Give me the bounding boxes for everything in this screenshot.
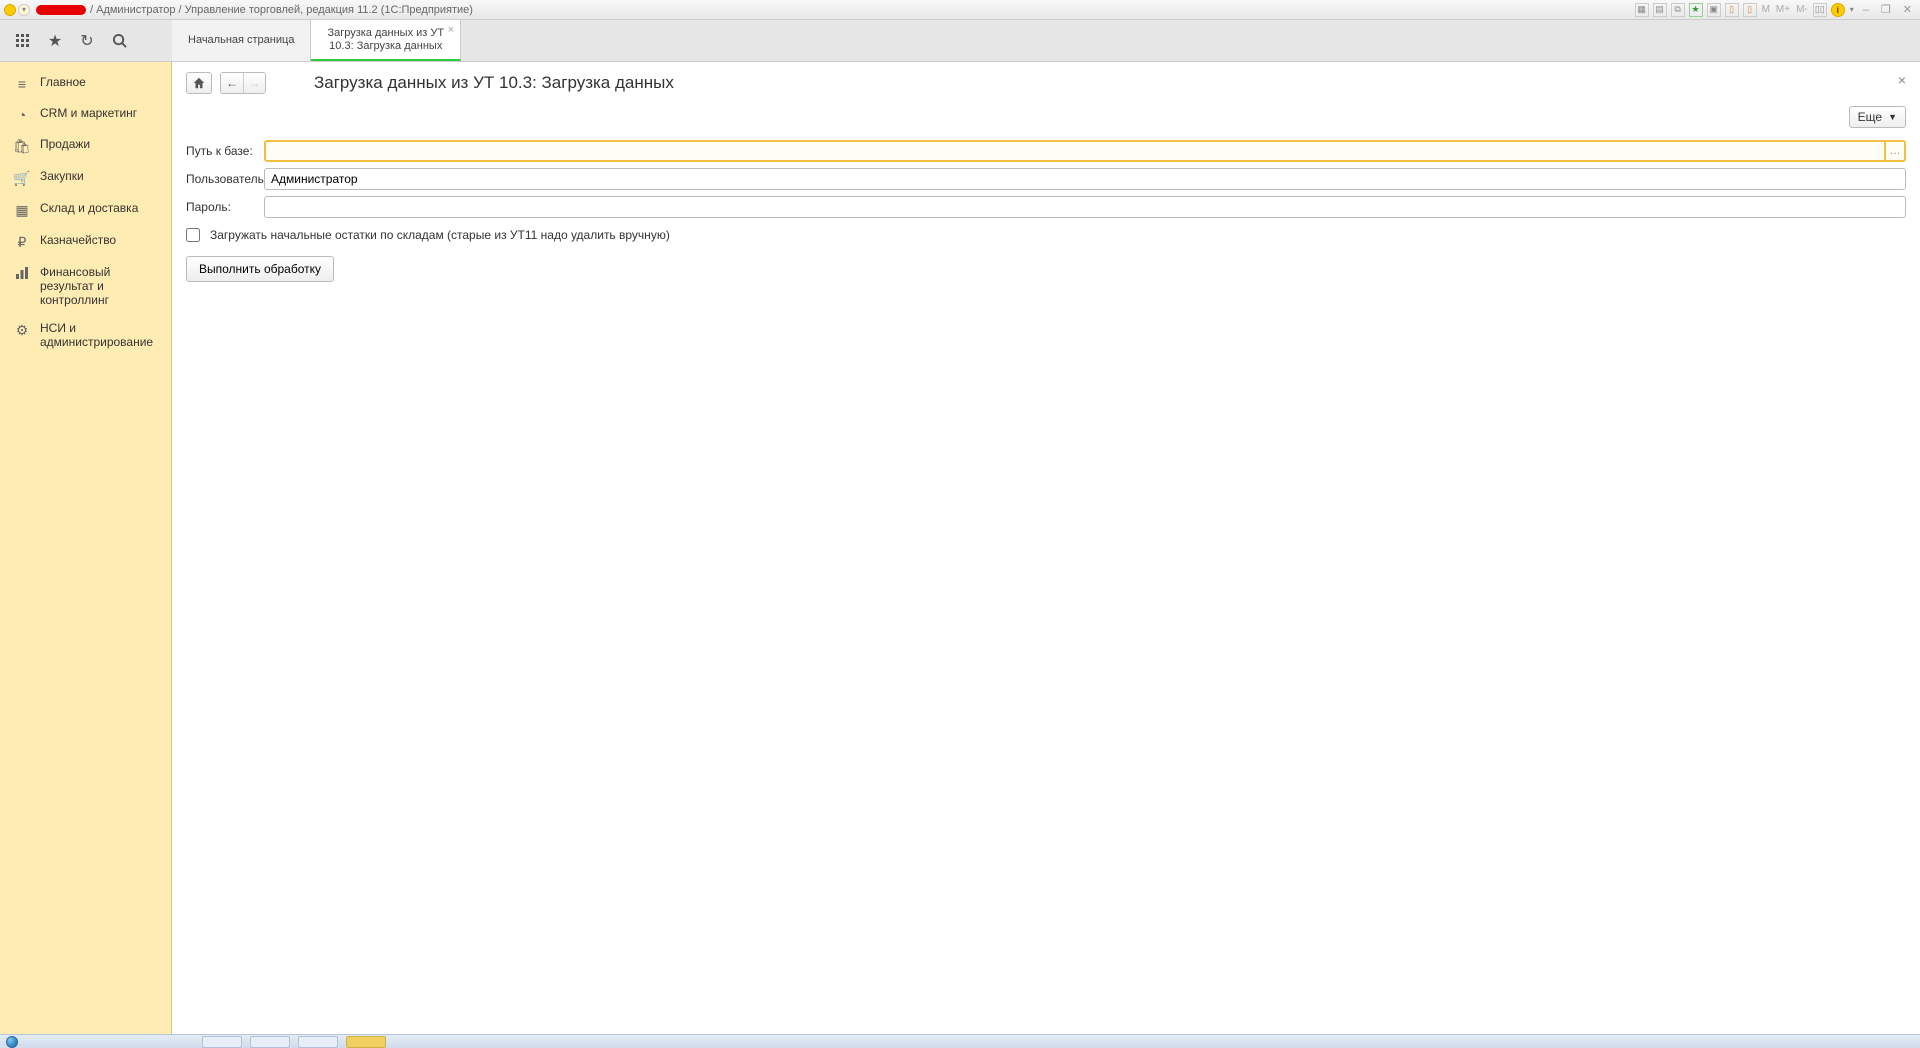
start-orb-icon[interactable] bbox=[6, 1036, 18, 1048]
tabs-container: Начальная страница Загрузка данных из УТ… bbox=[172, 20, 461, 61]
tab-active-line1: Загрузка данных из УТ bbox=[327, 27, 444, 40]
dropdown-icon[interactable]: ▾ bbox=[18, 4, 30, 16]
ruble-icon: ₽ bbox=[14, 234, 30, 251]
content-header: ← → Загрузка данных из УТ 10.3: Загрузка… bbox=[186, 72, 1906, 94]
form: Путь к базе: … Пользователь: Пароль: Заг… bbox=[186, 140, 1906, 282]
tab-home-label: Начальная страница bbox=[188, 34, 294, 47]
sidebar-item-warehouse[interactable]: ▦ Склад и доставка bbox=[0, 194, 171, 226]
toolbar-icon-3[interactable]: ⧉ bbox=[1671, 3, 1685, 17]
app-logo-icon bbox=[4, 4, 16, 16]
memory-m-minus[interactable]: M- bbox=[1795, 4, 1809, 15]
taskbar-pin-3[interactable] bbox=[298, 1036, 338, 1048]
sidebar-item-treasury[interactable]: ₽ Казначейство bbox=[0, 226, 171, 258]
taskbar-pin-1[interactable] bbox=[202, 1036, 242, 1048]
user-input[interactable] bbox=[264, 168, 1906, 190]
form-row-user: Пользователь: bbox=[186, 168, 1906, 190]
taskbar-pin-2[interactable] bbox=[250, 1036, 290, 1048]
star-icon[interactable]: ★ bbox=[46, 32, 64, 50]
password-input[interactable] bbox=[264, 196, 1906, 218]
tab-data-load[interactable]: Загрузка данных из УТ 10.3: Загрузка дан… bbox=[311, 20, 461, 61]
pie-chart-icon: ◔ bbox=[14, 107, 30, 123]
panel-layout-icon[interactable]: ▯▯ bbox=[1813, 3, 1827, 17]
window-minimize-icon[interactable]: – bbox=[1859, 4, 1873, 16]
run-button-label: Выполнить обработку bbox=[199, 262, 321, 276]
sidebar-label-main: Главное bbox=[40, 75, 161, 89]
titlebar-right-icons: ▦ ▤ ⧉ ★ ▣ ▯ ▯ M M+ M- ▯▯ i ▾ – ❐ ✕ bbox=[1635, 3, 1916, 17]
sidebar-label-purchases: Закупки bbox=[40, 169, 161, 183]
hamburger-icon: ≡ bbox=[14, 76, 30, 92]
load-balances-checkbox[interactable] bbox=[186, 228, 200, 242]
chevron-down-icon: ▼ bbox=[1888, 112, 1897, 122]
run-processing-button[interactable]: Выполнить обработку bbox=[186, 256, 334, 282]
sidebar-label-finance: Финансовый результат и контроллинг bbox=[40, 265, 161, 307]
info-dropdown-icon[interactable]: ▾ bbox=[1849, 5, 1855, 14]
toolbar-icon-7[interactable]: ▯ bbox=[1743, 3, 1757, 17]
sidebar: ≡ Главное ◔ CRM и маркетинг 🛍 Продажи 🛒 … bbox=[0, 62, 172, 1034]
sidebar-item-finance[interactable]: Финансовый результат и контроллинг bbox=[0, 258, 171, 314]
history-icon[interactable]: ↻ bbox=[78, 32, 96, 50]
cart-icon: 🛒 bbox=[14, 170, 30, 187]
form-row-checkbox: Загружать начальные остатки по складам (… bbox=[186, 228, 1906, 242]
tabstrip: ★ ↻ Начальная страница Загрузка данных и… bbox=[0, 20, 1920, 62]
path-browse-button[interactable]: … bbox=[1886, 140, 1906, 162]
gear-icon: ⚙ bbox=[14, 322, 30, 339]
briefcase-icon: 🛍 bbox=[14, 138, 30, 155]
sidebar-label-sales: Продажи bbox=[40, 137, 161, 151]
info-icon[interactable]: i bbox=[1831, 3, 1845, 17]
home-button[interactable] bbox=[186, 72, 212, 94]
favorite-icon[interactable]: ★ bbox=[1689, 3, 1703, 17]
sidebar-label-crm: CRM и маркетинг bbox=[40, 106, 161, 120]
tab-home[interactable]: Начальная страница bbox=[172, 20, 311, 61]
more-button[interactable]: Еще ▼ bbox=[1849, 106, 1906, 128]
path-input[interactable] bbox=[264, 140, 1886, 162]
content-area: × ← → Загрузка данных из УТ 10.3: Загруз… bbox=[172, 62, 1920, 1034]
taskbar-pin-4[interactable] bbox=[346, 1036, 386, 1048]
memory-m-plus[interactable]: M+ bbox=[1775, 4, 1791, 15]
memory-m[interactable]: M bbox=[1761, 4, 1771, 15]
apps-grid-icon[interactable] bbox=[14, 32, 32, 50]
password-label: Пароль: bbox=[186, 200, 264, 214]
path-label: Путь к базе: bbox=[186, 144, 264, 158]
main-layout: ≡ Главное ◔ CRM и маркетинг 🛍 Продажи 🛒 … bbox=[0, 62, 1920, 1034]
nav-forward-button: → bbox=[243, 73, 265, 93]
os-taskbar bbox=[0, 1034, 1920, 1048]
user-label: Пользователь: bbox=[186, 172, 264, 186]
sidebar-label-warehouse: Склад и доставка bbox=[40, 201, 161, 215]
path-input-wrap: … bbox=[264, 140, 1906, 162]
page-title: Загрузка данных из УТ 10.3: Загрузка дан… bbox=[314, 73, 674, 93]
nav-back-button[interactable]: ← bbox=[221, 73, 243, 93]
sidebar-item-purchases[interactable]: 🛒 Закупки bbox=[0, 162, 171, 194]
sidebar-item-crm[interactable]: ◔ CRM и маркетинг bbox=[0, 99, 171, 130]
redacted-region bbox=[36, 5, 86, 15]
sidebar-label-admin: НСИ и администрирование bbox=[40, 321, 161, 349]
form-row-path: Путь к базе: … bbox=[186, 140, 1906, 162]
form-row-password: Пароль: bbox=[186, 196, 1906, 218]
more-button-label: Еще bbox=[1858, 110, 1882, 124]
tab-close-icon[interactable]: × bbox=[448, 24, 454, 36]
window-close-icon[interactable]: ✕ bbox=[1899, 3, 1916, 16]
toolbar-icon-5[interactable]: ▣ bbox=[1707, 3, 1721, 17]
bar-chart-icon bbox=[14, 266, 30, 280]
toolbar-icon-6[interactable]: ▯ bbox=[1725, 3, 1739, 17]
window-title-text: / Администратор / Управление торговлей, … bbox=[90, 4, 473, 16]
tab-active-line2: 10.3: Загрузка данных bbox=[327, 40, 444, 53]
boxes-icon: ▦ bbox=[14, 202, 30, 219]
sidebar-item-admin[interactable]: ⚙ НСИ и администрирование bbox=[0, 314, 171, 356]
sidebar-item-main[interactable]: ≡ Главное bbox=[0, 68, 171, 99]
sidebar-label-treasury: Казначейство bbox=[40, 233, 161, 247]
window-titlebar: ▾ / Администратор / Управление торговлей… bbox=[0, 0, 1920, 20]
page-close-icon[interactable]: × bbox=[1898, 72, 1906, 88]
toolbar-icon-1[interactable]: ▦ bbox=[1635, 3, 1649, 17]
nav-back-forward: ← → bbox=[220, 72, 266, 94]
sidebar-item-sales[interactable]: 🛍 Продажи bbox=[0, 130, 171, 162]
checkbox-label: Загружать начальные остатки по складам (… bbox=[210, 228, 670, 242]
window-maximize-icon[interactable]: ❐ bbox=[1877, 3, 1895, 16]
toolbar-icon-2[interactable]: ▤ bbox=[1653, 3, 1667, 17]
quick-toolbar: ★ ↻ bbox=[0, 20, 172, 61]
search-icon[interactable] bbox=[110, 32, 128, 50]
